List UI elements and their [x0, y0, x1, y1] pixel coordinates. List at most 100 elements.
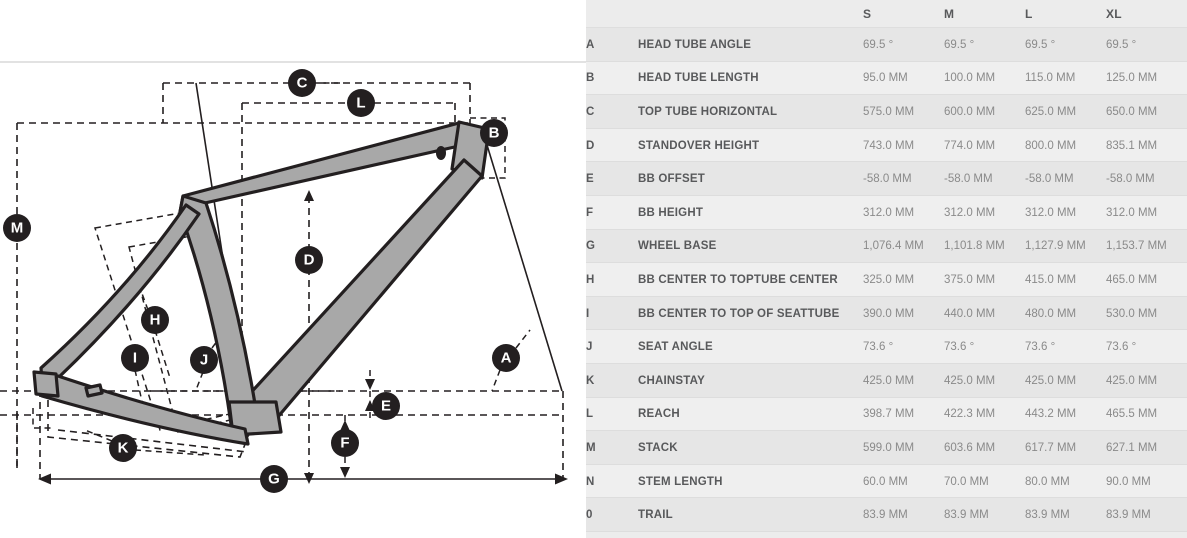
row-value-m: 774.0 MM: [944, 128, 1025, 163]
table-row: J SEAT ANGLE 73.6 ° 73.6 ° 73.6 ° 73.6 °: [586, 330, 1187, 364]
row-key: L: [586, 397, 638, 432]
bb-offset-arrow-top: [365, 379, 375, 390]
row-value-xl: 69.5 °: [1106, 28, 1187, 62]
row-key: A: [586, 28, 638, 62]
table-row: M STACK 599.0 MM 603.6 MM 617.7 MM 627.1 MM: [586, 431, 1187, 465]
marker-l-label: L: [356, 95, 365, 112]
table-row: H BB CENTER TO TOPTUBE CENTER 325.0 MM 375.…: [586, 263, 1187, 297]
row-value-l: 617.7 MM: [1025, 431, 1106, 465]
row-value-m: 69.5 °: [944, 28, 1025, 62]
header-size-m: M: [944, 0, 1025, 28]
row-value-s: 390.0 MM: [863, 296, 944, 331]
marker-m: M: [3, 214, 31, 242]
row-value-xl: -58.0 MM: [1106, 162, 1187, 196]
row-value-l: 83.9 MM: [1025, 498, 1106, 532]
row-key: B: [586, 61, 638, 96]
marker-d-label: D: [304, 252, 315, 269]
row-value-xl: 465.5 MM: [1106, 397, 1187, 432]
row-label: CHAINSTAY: [638, 363, 863, 398]
row-value-s: 73.6 °: [863, 330, 944, 364]
marker-b-label: B: [489, 125, 500, 142]
head-angle-pointer-a2: [491, 369, 501, 392]
table-row: B HEAD TUBE LENGTH 95.0 MM 100.0 MM 115.0 MM…: [586, 61, 1187, 96]
row-key: J: [586, 330, 638, 364]
row-label: BB OFFSET: [638, 162, 863, 196]
seat-stay: [39, 203, 201, 384]
row-value-xl: 1,153.7 MM: [1106, 229, 1187, 264]
marker-a-label: A: [501, 350, 512, 367]
marker-e-label: E: [381, 398, 391, 415]
marker-m-label: M: [11, 220, 24, 237]
geometry-table-pane: S M L XL A HEAD TUBE ANGLE 69.5 ° 69.5 ° 69.…: [586, 0, 1187, 538]
row-label: BB CENTER TO TOPTUBE CENTER: [638, 263, 863, 297]
bike-frame-diagram-pane: A B C D E F G H I J K L M: [0, 0, 586, 538]
row-label: HEAD TUBE ANGLE: [638, 28, 863, 62]
bb-height-arrow-down: [340, 467, 350, 478]
down-tube: [239, 158, 484, 420]
wheelbase-arrow-right: [555, 473, 568, 485]
row-value-m: 1,101.8 MM: [944, 229, 1025, 264]
seat-angle-pointer-j2: [195, 371, 204, 391]
marker-l: L: [347, 89, 375, 117]
row-value-xl: 90.0 MM: [1106, 464, 1187, 499]
row-value-l: 415.0 MM: [1025, 263, 1106, 297]
row-value-s: 95.0 MM: [863, 61, 944, 96]
row-value-s: 312.0 MM: [863, 195, 944, 230]
row-value-xl: 627.1 MM: [1106, 431, 1187, 465]
row-value-xl: 425.0 MM: [1106, 363, 1187, 398]
table-header: S M L XL: [586, 0, 1187, 28]
row-value-s: 60.0 MM: [863, 464, 944, 499]
marker-k-label: K: [118, 440, 129, 457]
row-value-xl: 465.0 MM: [1106, 263, 1187, 297]
row-key: E: [586, 162, 638, 196]
row-key: C: [586, 95, 638, 129]
row-value-xl: 73.6 °: [1106, 330, 1187, 364]
row-value-s: 575.0 MM: [863, 95, 944, 129]
row-key: H: [586, 263, 638, 297]
row-value-m: 600.0 MM: [944, 95, 1025, 129]
table-row: G WHEEL BASE 1,076.4 MM 1,101.8 MM 1,127.9 M…: [586, 229, 1187, 264]
row-value-xl: 530.0 MM: [1106, 296, 1187, 331]
geometry-table: S M L XL A HEAD TUBE ANGLE 69.5 ° 69.5 ° 69.…: [586, 0, 1187, 532]
table-row: D STANDOVER HEIGHT 743.0 MM 774.0 MM 800.0 M…: [586, 128, 1187, 163]
marker-b: B: [480, 119, 508, 147]
row-value-s: 325.0 MM: [863, 263, 944, 297]
marker-j: J: [190, 346, 218, 374]
header-name-col: [638, 0, 863, 28]
marker-g: G: [260, 465, 288, 493]
table-row: E BB OFFSET -58.0 MM -58.0 MM -58.0 MM -58.0 …: [586, 162, 1187, 196]
row-label: REACH: [638, 397, 863, 432]
row-value-s: 425.0 MM: [863, 363, 944, 398]
marker-f-label: F: [340, 435, 349, 452]
row-value-xl: 125.0 MM: [1106, 61, 1187, 96]
row-value-l: 480.0 MM: [1025, 296, 1106, 331]
row-label: TRAIL: [638, 498, 863, 532]
row-label: SEAT ANGLE: [638, 330, 863, 364]
header-key-col: [586, 0, 638, 28]
row-value-s: 743.0 MM: [863, 128, 944, 163]
table-row: K CHAINSTAY 425.0 MM 425.0 MM 425.0 MM 425.0 …: [586, 363, 1187, 398]
row-value-m: 425.0 MM: [944, 363, 1025, 398]
row-value-m: 603.6 MM: [944, 431, 1025, 465]
row-value-s: -58.0 MM: [863, 162, 944, 196]
row-value-s: 398.7 MM: [863, 397, 944, 432]
row-value-l: 425.0 MM: [1025, 363, 1106, 398]
row-value-l: 73.6 °: [1025, 330, 1106, 364]
table-row: C TOP TUBE HORIZONTAL 575.0 MM 600.0 MM 625.…: [586, 95, 1187, 129]
head-angle-pointer-a: [515, 329, 531, 349]
row-value-m: 375.0 MM: [944, 263, 1025, 297]
row-key: F: [586, 195, 638, 230]
row-value-xl: 650.0 MM: [1106, 95, 1187, 129]
row-value-l: 625.0 MM: [1025, 95, 1106, 129]
row-value-s: 69.5 °: [863, 28, 944, 62]
row-value-m: 312.0 MM: [944, 195, 1025, 230]
row-value-m: 422.3 MM: [944, 397, 1025, 432]
row-key: M: [586, 431, 638, 465]
row-value-l: -58.0 MM: [1025, 162, 1106, 196]
marker-h: H: [141, 306, 169, 334]
standover-arrow-up: [304, 190, 314, 201]
rear-dropout: [32, 370, 60, 398]
row-value-l: 800.0 MM: [1025, 128, 1106, 163]
row-value-s: 1,076.4 MM: [863, 229, 944, 264]
row-value-l: 115.0 MM: [1025, 61, 1106, 96]
